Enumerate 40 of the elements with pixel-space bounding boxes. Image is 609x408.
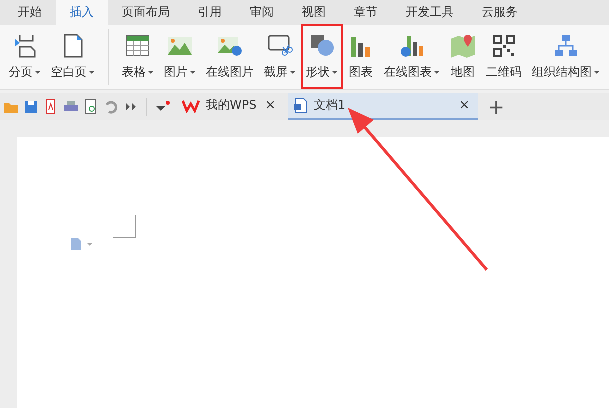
menu-tab[interactable]: 页面布局 bbox=[108, 0, 184, 25]
screenshot-scissors-icon bbox=[267, 33, 293, 59]
shapes-icon bbox=[309, 32, 335, 58]
menu-tab[interactable]: 插入 bbox=[56, 0, 108, 25]
document-tab[interactable]: 文档1 × bbox=[288, 93, 478, 120]
w-logo-icon bbox=[182, 98, 200, 112]
ribbon-button[interactable]: 图表 bbox=[343, 25, 379, 89]
ribbon-button[interactable]: 分页 bbox=[4, 25, 46, 89]
online-chart-icon bbox=[399, 33, 425, 59]
document-tab[interactable]: 我的WPS × bbox=[176, 93, 284, 120]
close-icon[interactable]: × bbox=[459, 98, 470, 113]
ribbon-button[interactable]: 图片 bbox=[159, 25, 201, 89]
qr-code-icon bbox=[491, 33, 517, 59]
save-icon[interactable] bbox=[23, 98, 39, 114]
menu-tab[interactable]: 审阅 bbox=[236, 0, 288, 25]
ribbon-button[interactable]: 空白页 bbox=[46, 25, 100, 89]
ribbon-button[interactable]: 在线图片 bbox=[201, 25, 259, 89]
ribbon-button[interactable]: 截屏 bbox=[259, 25, 301, 89]
menu-tab[interactable]: 视图 bbox=[288, 0, 340, 25]
ribbon-button[interactable]: 地图 bbox=[445, 25, 481, 89]
menu-tab[interactable]: 开发工具 bbox=[392, 0, 468, 25]
menu-tab[interactable]: 引用 bbox=[184, 0, 236, 25]
ribbon-button[interactable]: 形状 bbox=[301, 24, 343, 89]
print-preview-icon[interactable] bbox=[83, 98, 99, 114]
map-pin-icon bbox=[450, 33, 476, 59]
page-break-icon bbox=[12, 33, 38, 59]
table-icon bbox=[125, 33, 151, 59]
org-chart-icon bbox=[553, 33, 579, 59]
menu-tab[interactable]: 章节 bbox=[340, 0, 392, 25]
document-icon bbox=[294, 98, 308, 114]
menu-tab[interactable]: 云服务 bbox=[468, 0, 532, 25]
close-icon[interactable]: × bbox=[265, 98, 276, 113]
ribbon-button[interactable]: 表格 bbox=[117, 25, 159, 89]
ribbon-button[interactable]: 组织结构图 bbox=[527, 25, 605, 89]
margin-corner-mark bbox=[113, 215, 137, 239]
menu-tab[interactable]: 开始 bbox=[4, 0, 56, 25]
ribbon-button[interactable]: 二维码 bbox=[481, 25, 527, 89]
new-tab-button[interactable]: + bbox=[488, 94, 505, 118]
paragraph-icon[interactable] bbox=[69, 237, 95, 251]
ribbon-button[interactable]: 在线图表 bbox=[379, 25, 445, 89]
